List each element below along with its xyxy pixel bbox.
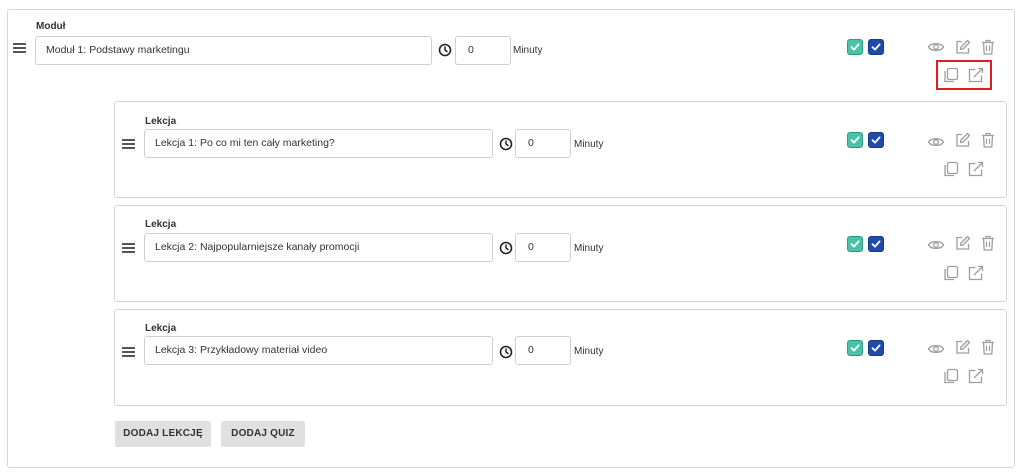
eye-icon[interactable] — [927, 133, 945, 151]
add-quiz-button[interactable]: DODAJ QUIZ — [221, 421, 305, 447]
trash-icon[interactable] — [979, 131, 997, 149]
clock-icon — [499, 345, 513, 359]
export-icon[interactable] — [967, 367, 985, 385]
module-duration-unit: Minuty — [513, 45, 543, 56]
lesson-label: Lekcja — [145, 323, 177, 334]
trash-icon[interactable] — [979, 38, 997, 56]
lesson-title-input[interactable]: Lekcja 1: Po co mi ten cały marketing? — [144, 129, 493, 158]
edit-icon[interactable] — [954, 131, 972, 149]
trash-icon[interactable] — [979, 234, 997, 252]
drag-handle-icon[interactable] — [122, 347, 135, 357]
lesson-label: Lekcja — [145, 219, 177, 230]
edit-icon[interactable] — [954, 338, 972, 356]
eye-icon[interactable] — [927, 236, 945, 254]
module-checkbox-green[interactable] — [847, 39, 863, 55]
module-title-input[interactable]: Moduł 1: Podstawy marketingu — [35, 36, 432, 65]
lesson-checkbox-green[interactable] — [847, 236, 863, 252]
lesson-title-input[interactable]: Lekcja 2: Najpopularniejsze kanały promo… — [144, 233, 493, 262]
lesson-title-input[interactable]: Lekcja 3: Przykładowy materiał video — [144, 336, 493, 365]
add-lesson-button[interactable]: DODAJ LEKCJĘ — [115, 421, 211, 447]
drag-handle-icon[interactable] — [122, 243, 135, 253]
module-checkbox-blue[interactable] — [868, 39, 884, 55]
module-duration-input[interactable]: 0 — [455, 36, 511, 65]
lesson-checkbox-green[interactable] — [847, 132, 863, 148]
drag-handle-icon[interactable] — [122, 139, 135, 149]
trash-icon[interactable] — [979, 338, 997, 356]
lesson-duration-unit: Minuty — [574, 243, 604, 254]
eye-icon[interactable] — [927, 38, 945, 56]
module-label: Moduł — [36, 21, 66, 32]
copy-icon[interactable] — [942, 264, 960, 282]
clock-icon — [499, 137, 513, 151]
eye-icon[interactable] — [927, 340, 945, 358]
clock-icon — [438, 43, 452, 57]
copy-icon[interactable] — [942, 160, 960, 178]
clock-icon — [499, 241, 513, 255]
lesson-duration-unit: Minuty — [574, 346, 604, 357]
lesson-checkbox-blue[interactable] — [868, 340, 884, 356]
export-icon[interactable] — [967, 160, 985, 178]
drag-handle-icon[interactable] — [13, 43, 26, 53]
highlight-box — [936, 60, 992, 90]
lesson-label: Lekcja — [145, 116, 177, 127]
lesson-duration-input[interactable]: 0 — [515, 233, 571, 262]
export-icon[interactable] — [967, 264, 985, 282]
copy-icon[interactable] — [942, 367, 960, 385]
edit-icon[interactable] — [954, 38, 972, 56]
lesson-checkbox-blue[interactable] — [868, 236, 884, 252]
lesson-duration-input[interactable]: 0 — [515, 129, 571, 158]
lesson-duration-input[interactable]: 0 — [515, 336, 571, 365]
edit-icon[interactable] — [954, 234, 972, 252]
lesson-duration-unit: Minuty — [574, 139, 604, 150]
lesson-checkbox-blue[interactable] — [868, 132, 884, 148]
lesson-checkbox-green[interactable] — [847, 340, 863, 356]
